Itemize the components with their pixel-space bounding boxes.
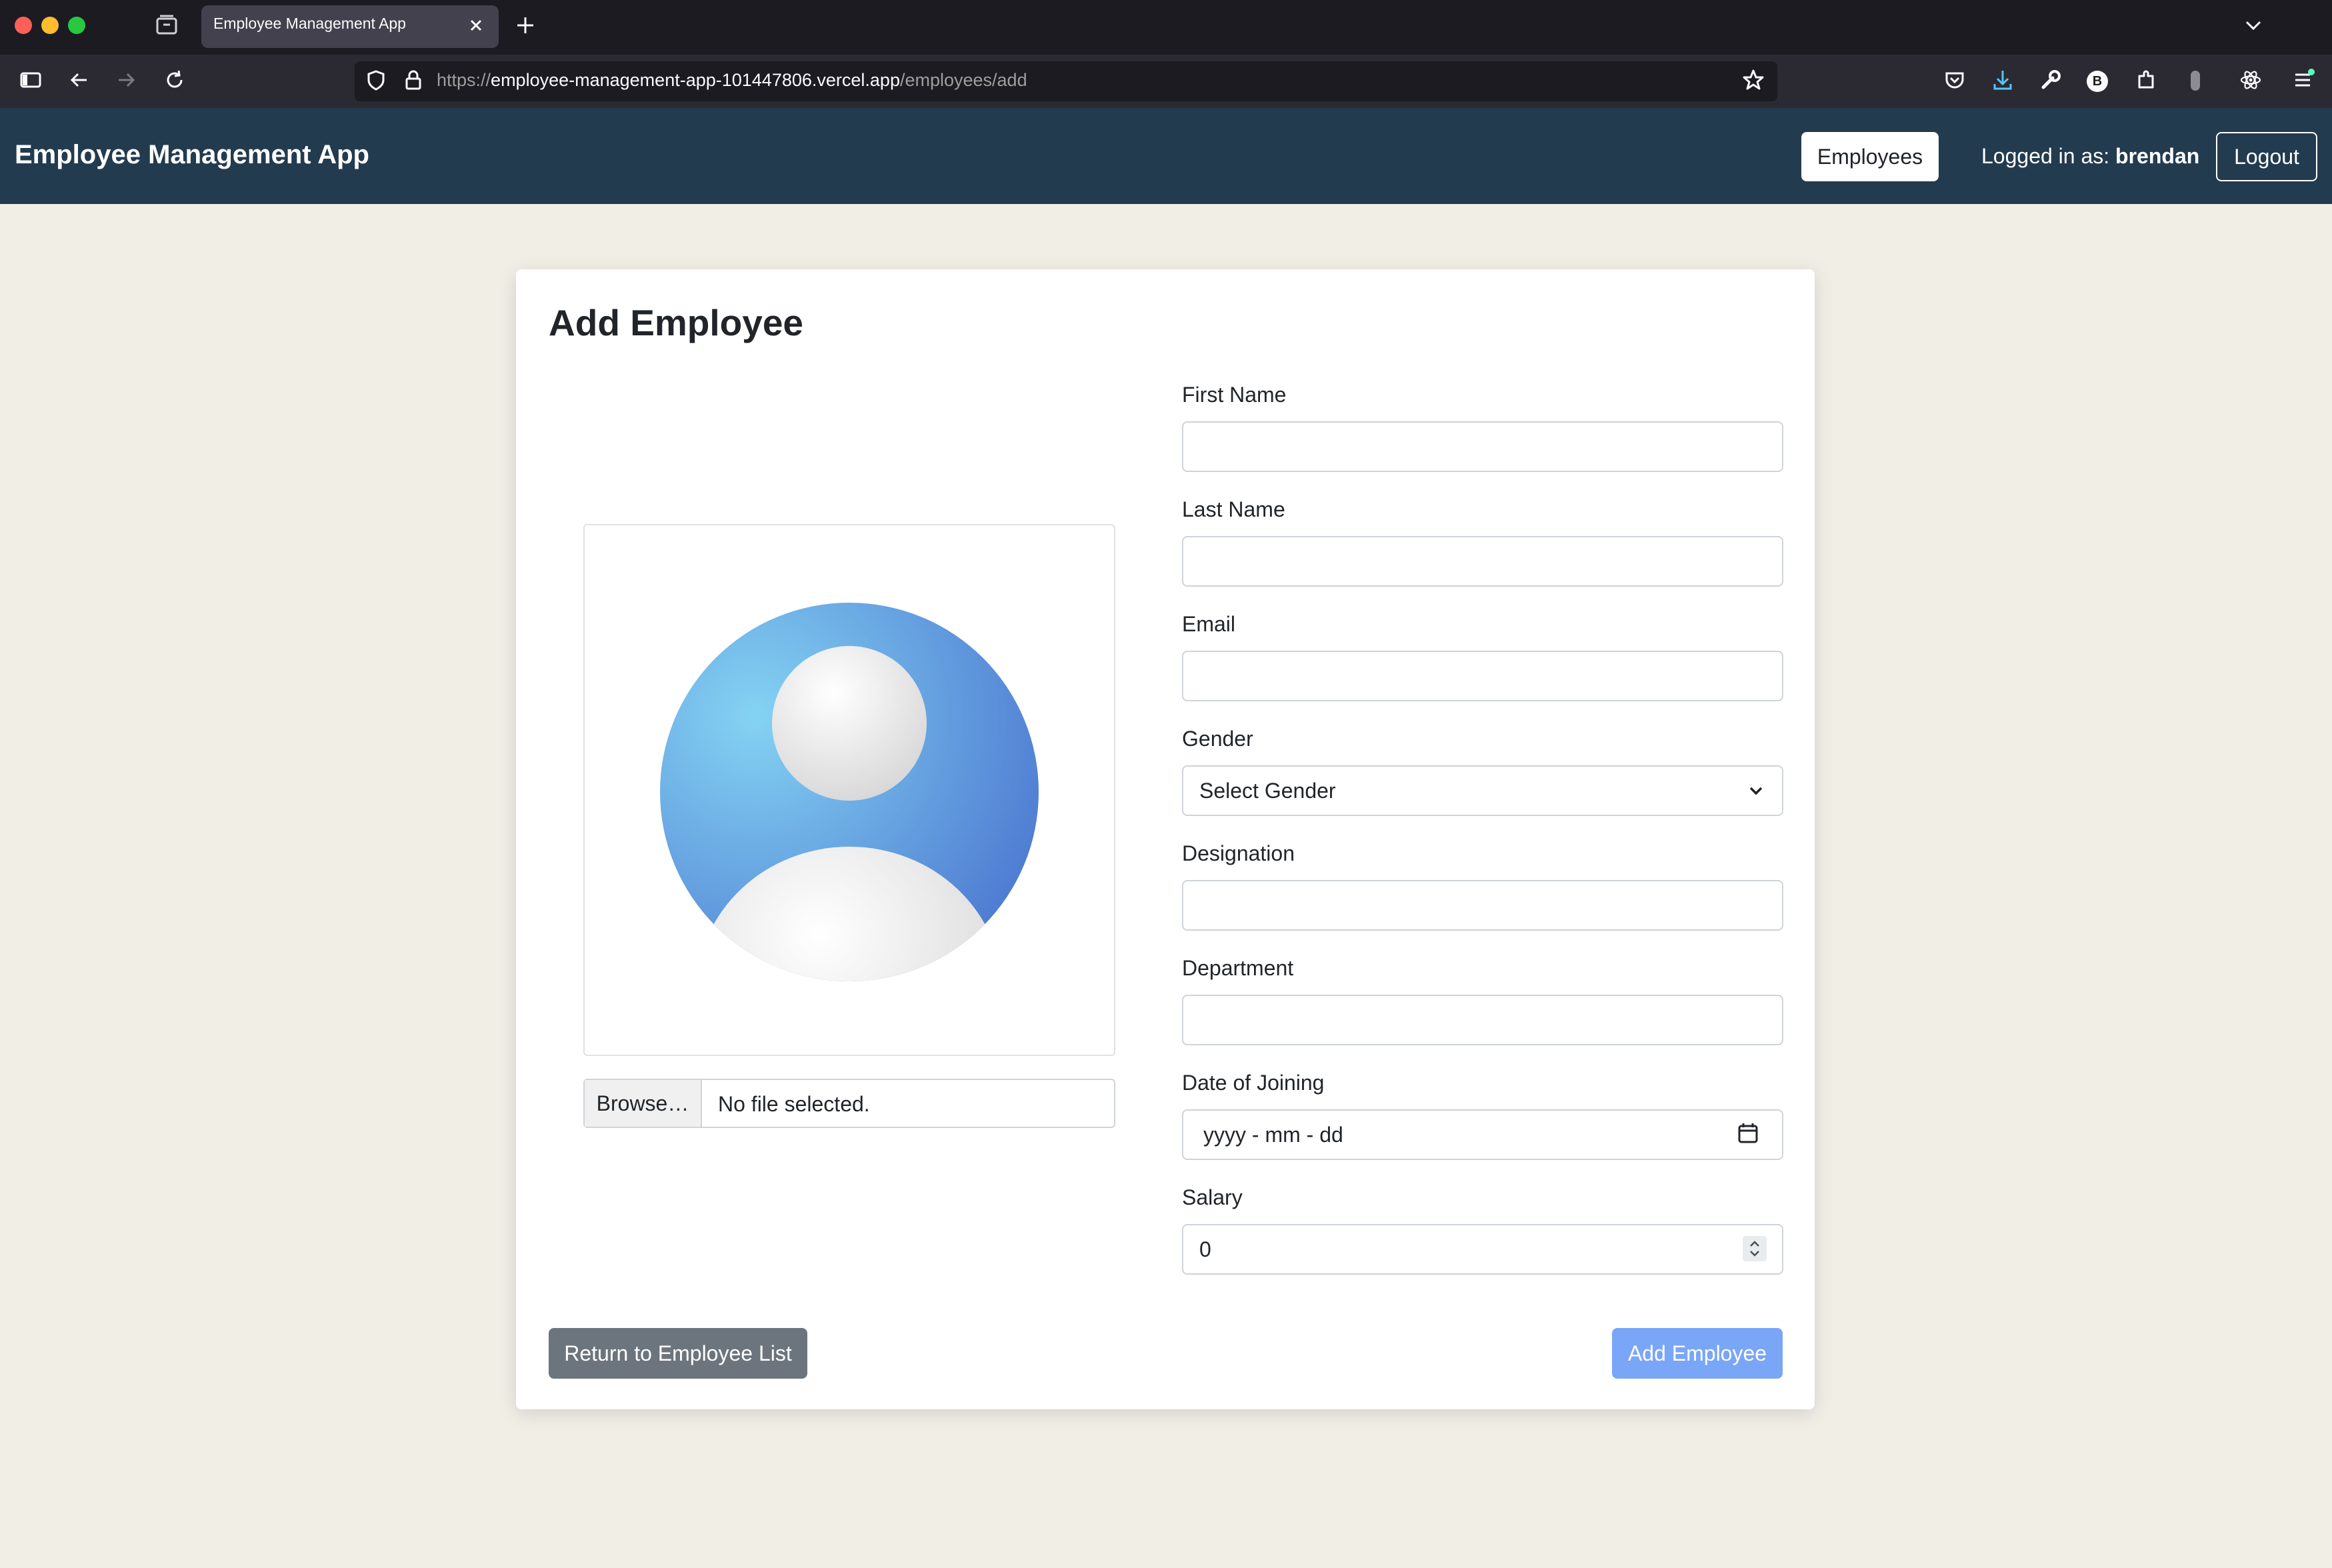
close-tab-icon[interactable] [461,12,491,41]
new-tab-icon[interactable] [511,12,540,41]
add-employee-button[interactable]: Add Employee [1612,1328,1783,1379]
salary-value: 0 [1199,1237,1211,1261]
salary-label: Salary [1182,1185,1243,1209]
email-input[interactable] [1182,651,1783,701]
chevron-down-icon [1743,777,1769,804]
puzzle-icon[interactable] [2132,67,2161,96]
tab-title: Employee Management App [213,15,406,32]
tab-list-chevron-icon[interactable] [2239,12,2268,41]
browse-button[interactable]: Browse… [585,1080,702,1127]
spinner-icon[interactable] [1743,1236,1767,1261]
username: brendan [2115,144,2200,168]
close-window-button[interactable] [15,17,32,34]
lock-icon[interactable] [399,67,428,96]
page-title: Add Employee [549,302,804,343]
date-of-joining-label: Date of Joining [1182,1071,1325,1095]
react-icon[interactable] [2236,67,2265,96]
first-name-label: First Name [1182,383,1287,407]
browser-window: Employee Management App https://employee… [0,0,2332,1568]
forward-arrow-icon[interactable] [112,67,141,96]
url-path: /employees/add [899,70,1027,90]
file-status: No file selected. [718,1092,870,1116]
reload-icon[interactable] [160,67,189,96]
last-name-label: Last Name [1182,497,1285,521]
date-placeholder: yyyy - mm - dd [1203,1123,1343,1147]
employees-button[interactable]: Employees [1801,132,1939,181]
hamburger-menu-icon[interactable] [2288,67,2317,96]
department-label: Department [1182,956,1294,980]
url-text[interactable]: https://employee-management-app-10144780… [437,70,1027,91]
department-input[interactable] [1182,995,1783,1045]
maximize-window-button[interactable] [68,17,85,34]
profile-avatar[interactable]: B [2087,71,2108,92]
last-name-input[interactable] [1182,536,1783,587]
sidebar-icon[interactable] [16,67,45,96]
wrench-icon[interactable] [2036,67,2065,96]
download-icon[interactable] [1988,67,2017,96]
star-icon[interactable] [1739,67,1768,96]
salary-input[interactable] [1182,1224,1783,1275]
gender-selected-value: Select Gender [1199,779,1336,803]
gender-label: Gender [1182,727,1253,751]
logged-in-prefix: Logged in as: [1981,144,2110,168]
tab-overview-icon[interactable] [152,12,181,41]
calendar-icon[interactable] [1735,1120,1761,1147]
logout-button[interactable]: Logout [2216,132,2317,181]
first-name-input[interactable] [1182,421,1783,472]
url-host: employee-management-app-101447806.vercel… [491,70,900,90]
email-label: Email [1182,612,1236,636]
back-arrow-icon[interactable] [64,67,93,96]
designation-input[interactable] [1182,880,1783,931]
url-scheme: https:// [437,70,491,90]
designation-label: Designation [1182,841,1295,865]
app-brand[interactable]: Employee Management App [15,140,369,170]
avatar-placeholder-icon [660,603,1039,981]
photo-preview [583,524,1115,1056]
logged-in-status: Logged in as: brendan [1981,144,2199,169]
minimize-window-button[interactable] [41,17,59,34]
return-to-list-button[interactable]: Return to Employee List [549,1328,807,1379]
extension-icon[interactable] [2191,71,2200,91]
shield-icon[interactable] [361,67,391,96]
pocket-icon[interactable] [1940,67,1969,96]
